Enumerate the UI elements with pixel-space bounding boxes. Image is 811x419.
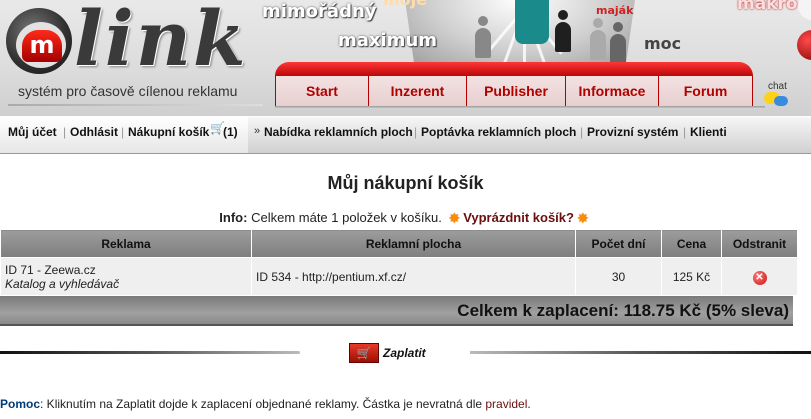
column-header-price: Cena [661,229,722,258]
nav-separator: | [63,125,67,139]
decor-divider [0,351,300,354]
column-header-days: Počet dní [575,229,662,258]
cell-price: 125 Kč [661,257,722,296]
nav-offers[interactable]: Nabídka reklamních ploch [264,125,413,139]
person-silhouette [475,16,491,58]
nav-separator: | [683,125,687,139]
total-bar: Celkem k zaplacení: 118.75 Kč (5% sleva) [0,296,793,326]
empty-cart-link[interactable]: Vyprázdnit košík? [463,210,574,225]
cart-info: Info: Celkem máte 1 položek v košíku. ✸ V… [0,210,811,227]
nav-my-account[interactable]: Můj účet [8,125,57,139]
cell-days: 30 [575,257,662,296]
cell-ad: ID 71 - Zeewa.cz Katalog a vyhledávač [0,257,252,296]
ad-title: ID 71 - Zeewa.cz [5,262,96,277]
total-amount: Celkem k zaplacení: 118.75 Kč (5% sleva) [457,301,789,320]
chat-bubble-icon [774,96,788,106]
decor-red-circle [797,30,811,60]
info-label: Info: [219,210,248,225]
person-silhouette [610,22,626,64]
cell-remove: ✕ [721,257,798,296]
decor-word-maximum: maximum [338,30,438,51]
cart-table: Reklama Reklamní plocha Počet dní Cena O… [0,229,798,296]
table-header-row: Reklama Reklamní plocha Počet dní Cena O… [0,229,798,258]
column-header-ad: Reklama [0,229,252,258]
nav-separator: | [414,125,418,139]
tab-publisher[interactable]: Publisher [467,76,566,106]
chat-button[interactable]: chat [760,81,790,106]
tagline-divider [8,104,263,106]
decor-word-moje: moje [383,0,427,9]
remove-item-icon[interactable]: ✕ [752,270,767,285]
site-header: m link systém pro časově cílenou reklamu… [0,0,811,116]
decor-word-mimoradny: mimořádný [262,1,377,22]
cart-pay-icon: 🛒 [349,343,379,363]
column-header-remove: Odstranit [721,229,798,258]
nav-demands[interactable]: Poptávka reklamních ploch [421,125,576,139]
nav-logout[interactable]: Odhlásit [70,125,118,139]
table-row: ID 71 - Zeewa.cz Katalog a vyhledávač ID… [0,257,798,296]
cell-space: ID 534 - http://pentium.xf.cz/ [251,257,576,296]
tagline: systém pro časově cílenou reklamu [18,83,238,99]
decor-word-majak: maják [596,4,634,17]
main-tabs: Start Inzerent Publisher Informace Forum [275,62,765,109]
decor-circle [798,0,811,20]
nav-arrow-icon: » [254,125,261,137]
help-label: Pomoc [0,397,41,411]
nav-separator: | [121,125,125,139]
decor-divider [470,351,811,354]
rules-link[interactable]: pravidel [485,397,527,411]
tab-inzerent[interactable]: Inzerent [369,76,467,106]
nav-clients[interactable]: Klienti [690,125,727,139]
help-text: Pomoc: Kliknutím na Zaplatit dojde k zap… [0,397,811,411]
tab-forum[interactable]: Forum [659,76,753,106]
page-title: Můj nákupní košík [327,173,484,193]
tab-start[interactable]: Start [276,76,369,106]
info-text: Celkem máte 1 položek v košíku. [251,210,442,225]
logo-wordmark[interactable]: link [74,0,248,83]
help-end: . [527,397,531,411]
nav-separator: | [580,125,584,139]
decor-word-makro: makro [737,0,798,14]
column-header-space: Reklamní plocha [251,229,576,258]
pay-row: 🛒 Zaplatit [0,340,811,368]
decor-word-moc: moc [644,34,682,53]
person-silhouette [555,10,571,52]
chat-label: chat [768,81,787,92]
tabs-shadow [275,106,765,109]
person-silhouette [590,18,606,60]
star-icon: ✸ [448,210,461,226]
ad-category: Katalog a vyhledávač [5,276,120,291]
pay-button[interactable]: 🛒 Zaplatit [345,342,441,366]
pay-label: Zaplatit [383,346,426,360]
star-icon: ✸ [576,210,589,226]
nav-cart[interactable]: Nákupní košík [128,125,209,139]
cart-count: (1) [223,125,238,139]
nav-commission[interactable]: Provizní systém [587,125,678,139]
tab-informace[interactable]: Informace [566,76,659,106]
user-navbar: Můj účet | Odhlásit | Nákupní košík 🛒 (1… [0,116,811,154]
logo-m-badge[interactable]: m [22,30,62,62]
hero-highlight-figure [515,0,549,44]
tabs-row: Start Inzerent Publisher Informace Forum [275,76,753,106]
help-body: : Kliknutím na Zaplatit dojde k zaplacen… [40,397,486,411]
